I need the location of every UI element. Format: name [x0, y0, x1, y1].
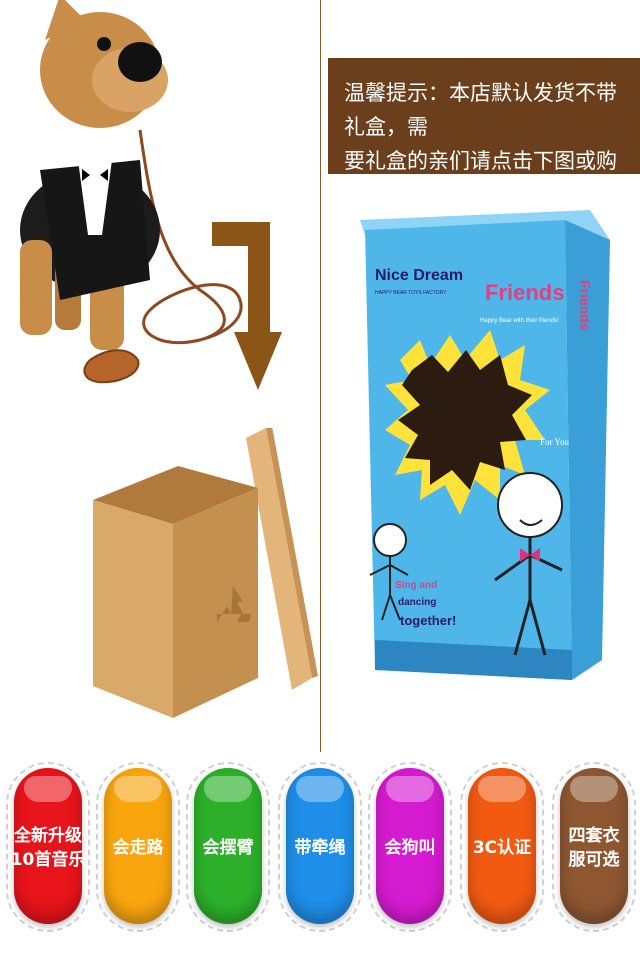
- gift-box-image[interactable]: Nice Dream HAPPY BEAR TOYS FACTORY Frien…: [340, 200, 630, 700]
- gift-box-brand: Nice Dream: [375, 267, 463, 284]
- feature-badge: 会狗叫: [368, 760, 452, 935]
- gift-box-friends-title: Friends: [485, 280, 564, 305]
- feature-badge-label: 会狗叫: [384, 838, 436, 858]
- gift-box-brand-tagline: HAPPY BEAR TOYS FACTORY: [375, 290, 447, 296]
- gift-box-together-text: together!: [400, 613, 456, 628]
- gift-box-dancing-text: dancing: [398, 597, 436, 608]
- feature-badges: 全新升级 10首音乐 会走路 会摆臂 带牵绳 会狗叫 3C认证 四套衣 服可选: [0, 760, 640, 960]
- feature-badge-label: 会摆臂: [202, 838, 254, 858]
- gift-box-for-you: For You: [540, 437, 570, 447]
- feature-badge: 会走路: [96, 760, 180, 935]
- notice-line-1: 温馨提示：本店默认发货不带礼盒，需: [344, 81, 617, 139]
- feature-badge-label: 会走路: [112, 838, 164, 858]
- feature-badge: 会摆臂: [186, 760, 270, 935]
- feature-badge-label: 四套衣 服可选: [568, 826, 620, 870]
- gift-box-friends-tagline: Happy Bear with their friends!: [480, 318, 559, 324]
- feature-badge: 全新升级 10首音乐: [6, 760, 90, 935]
- section-divider: [320, 0, 321, 752]
- cardboard-box-image: [93, 428, 318, 718]
- gift-box-side-title: Friends: [577, 280, 593, 331]
- gift-box-sing-text: Sing and: [395, 580, 437, 591]
- feature-badge-label: 全新升级 10首音乐: [10, 826, 86, 870]
- feature-badge: 四套衣 服可选: [552, 760, 636, 935]
- feature-badge-label: 带牵绳: [294, 838, 346, 858]
- feature-badge: 3C认证: [460, 760, 544, 935]
- feature-badge: 带牵绳: [278, 760, 362, 935]
- notice-banner: 温馨提示：本店默认发货不带礼盒，需 要礼盒的亲们请点击下图或购买套餐!: [328, 58, 640, 207]
- feature-badge-label: 3C认证: [472, 838, 532, 858]
- down-arrow-icon: [212, 222, 282, 390]
